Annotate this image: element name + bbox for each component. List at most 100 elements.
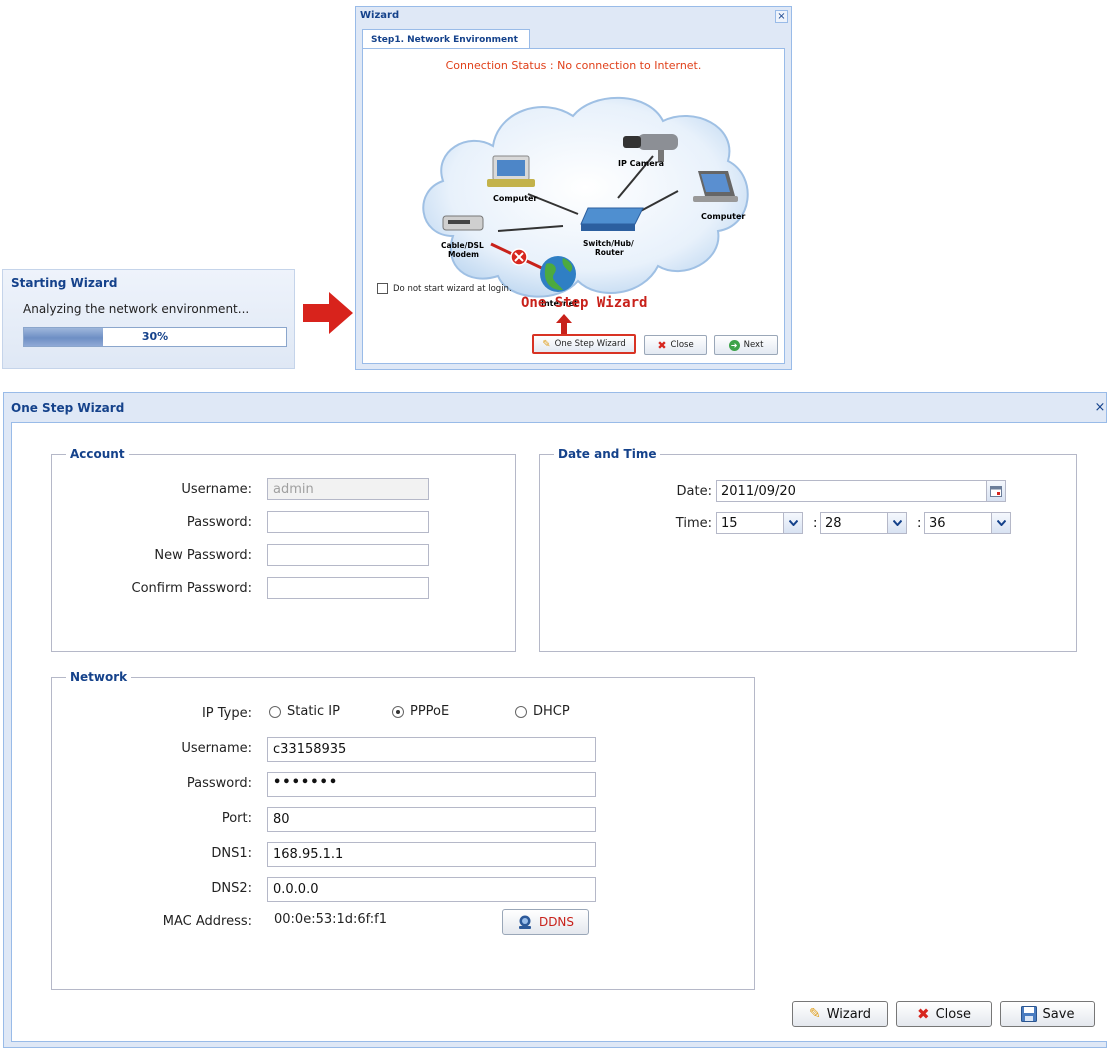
label-switch-line2: Router [595,248,624,257]
wand-icon: ✎ [542,338,551,350]
close-icon[interactable]: × [1092,401,1107,417]
connection-status: Connection Status : No connection to Int… [445,59,702,72]
radio-pppoe-label: PPPoE [410,704,450,719]
confirm-password-label: Confirm Password: [131,581,252,596]
next-arrow-icon: ➜ [728,339,740,351]
label-switch-line1: Switch/Hub/ [583,239,634,248]
close-button-label: Close [670,340,694,350]
wizard-title: Wizard [360,10,400,21]
dns2-field[interactable] [267,877,596,902]
port-field[interactable] [267,807,596,832]
save-icon [1020,1006,1037,1022]
close-x-icon: ✖ [917,1005,930,1023]
date-label: Date: [676,484,712,499]
one-step-wizard-dialog: One Step Wizard × Account Username: Pass… [3,392,1107,1048]
chevron-down-icon[interactable] [783,513,802,533]
date-field[interactable]: 2011/09/20 [716,480,1006,502]
dialog-close-button[interactable]: ✖ Close [896,1001,992,1027]
modem-icon [442,215,484,231]
ddns-button[interactable]: DDNS [502,909,589,935]
wizard-button-label: Wizard [826,1006,872,1022]
confirm-password-field[interactable] [267,577,429,599]
date-time-legend: Date and Time [558,447,657,461]
radio-dhcp-label: DHCP [533,704,570,719]
radio-static-ip-dot[interactable] [269,705,281,718]
chevron-down-icon[interactable] [887,513,906,533]
dns1-field[interactable] [267,842,596,867]
network-username-label: Username: [181,741,252,756]
wizard-button[interactable]: ✎ Wizard [792,1001,888,1027]
one-step-wizard-button[interactable]: ✎ One Step Wizard [532,334,636,354]
close-button[interactable]: ✖ Close [644,335,707,355]
radio-dhcp-dot[interactable] [515,705,527,718]
username-field[interactable] [267,478,429,500]
dialog-title: One Step Wizard [11,401,125,415]
dns1-label: DNS1: [211,846,252,861]
hour-select[interactable]: 15 [716,512,803,534]
right-arrow-icon [303,292,353,334]
label-ip-camera: IP Camera [618,159,664,168]
ip-type-label: IP Type: [201,706,252,721]
network-diagram: IP Camera Computer Computer Cable/DSL Mo… [422,96,749,308]
next-button-label: Next [743,340,764,350]
next-button[interactable]: ➜ Next [714,335,778,355]
network-password-field[interactable]: ••••••• [267,772,596,797]
one-step-wizard-annotation: One Step Wizard [521,295,648,311]
tab-network-environment[interactable]: Step1. Network Environment [362,29,530,49]
close-icon[interactable]: × [775,10,788,23]
username-label: Username: [181,482,252,497]
second-value: 36 [929,515,946,531]
calendar-icon[interactable] [986,481,1005,501]
chevron-down-icon[interactable] [991,513,1010,533]
time-separator: : [813,516,818,531]
network-legend: Network [70,670,128,684]
ddns-button-label: DDNS [538,915,575,929]
label-computer-left: Computer [493,194,537,203]
progress-label: 30% [141,330,169,343]
second-select[interactable]: 36 [924,512,1011,534]
account-legend: Account [70,447,125,461]
radio-pppoe[interactable]: PPPoE [392,704,449,719]
time-separator: : [917,516,922,531]
password-field[interactable] [267,511,429,533]
new-password-field[interactable] [267,544,429,566]
ddns-icon [518,915,531,929]
do-not-start-label: Do not start wizard at login. [393,283,512,294]
dns2-label: DNS2: [211,881,252,896]
radio-dhcp[interactable]: DHCP [515,704,570,719]
network-password-label: Password: [186,776,252,791]
date-time-fieldset: Date and Time [539,447,1077,652]
label-modem-line1: Cable/DSL [441,241,484,250]
progress-bar: 30% [23,327,287,347]
do-not-start-checkbox-row[interactable]: Do not start wizard at login. [377,283,512,294]
starting-wizard-message: Analyzing the network environment... [23,302,250,316]
close-x-icon: ✖ [657,338,667,352]
label-modem-line2: Modem [448,250,479,259]
label-computer-right: Computer [701,212,745,221]
date-value: 2011/09/20 [721,483,796,499]
minute-select[interactable]: 28 [820,512,907,534]
wand-icon: ✎ [808,1006,821,1022]
dialog-close-button-label: Close [935,1006,971,1022]
radio-pppoe-dot[interactable] [392,705,404,718]
save-button[interactable]: Save [1000,1001,1095,1027]
hour-value: 15 [721,515,738,531]
minute-value: 28 [825,515,842,531]
new-password-label: New Password: [154,548,252,563]
time-label: Time: [675,516,712,531]
starting-wizard-title: Starting Wizard [11,276,118,290]
wizard-body: Connection Status : No connection to Int… [362,48,785,364]
radio-static-ip[interactable]: Static IP [269,704,340,719]
wizard-window: Wizard × Step1. Network Environment Conn… [355,6,792,370]
one-step-wizard-button-label: One Step Wizard [554,339,626,349]
mac-address-value: 00:0e:53:1d:6f:f1 [274,912,388,927]
save-button-label: Save [1042,1006,1075,1022]
dialog-body: Account Username: Password: New Password… [11,422,1107,1042]
do-not-start-checkbox[interactable] [377,283,388,294]
password-label: Password: [186,515,252,530]
port-label: Port: [221,811,252,826]
globe-icon [540,256,576,292]
starting-wizard-panel: Starting Wizard Analyzing the network en… [2,269,295,369]
network-username-field[interactable] [267,737,596,762]
error-icon [510,248,528,266]
